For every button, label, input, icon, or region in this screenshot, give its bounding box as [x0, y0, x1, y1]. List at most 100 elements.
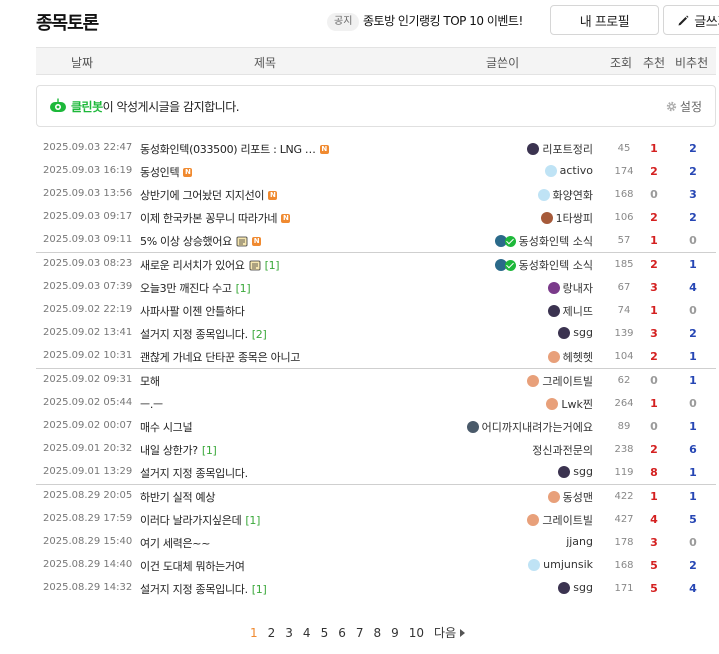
- post-author[interactable]: jjang: [566, 535, 593, 548]
- post-title-link[interactable]: 동성화인텍(033500) 리포트 : LNG … N: [140, 141, 329, 157]
- comment-count[interactable]: [1]: [236, 282, 251, 295]
- post-author-name: umjunsik: [543, 558, 593, 571]
- page-5-link[interactable]: 5: [321, 626, 329, 640]
- comment-count[interactable]: [2]: [252, 328, 267, 341]
- post-author[interactable]: 제니뜨: [547, 303, 593, 319]
- table-row[interactable]: 2025.09.03 16:19 동성인텍 Nactivo 174 2 2: [36, 160, 716, 183]
- comment-count[interactable]: [1]: [252, 583, 267, 596]
- table-row[interactable]: 2025.09.01 20:32 내일 상한가? [1] 정신과전문의 238 2 6: [36, 438, 716, 461]
- page-2-link[interactable]: 2: [268, 626, 276, 640]
- post-title-link[interactable]: ㅡ.ㅡ: [140, 396, 163, 412]
- post-title-text: 하반기 실적 예상: [140, 491, 216, 504]
- write-button[interactable]: 글쓰기: [663, 5, 719, 35]
- post-author[interactable]: 1타쌍피: [540, 210, 593, 226]
- post-title-link[interactable]: 내일 상한가? [1]: [140, 442, 217, 458]
- post-title-link[interactable]: 동성인텍 N: [140, 164, 193, 180]
- page-7-link[interactable]: 7: [356, 626, 364, 640]
- post-down: 1: [689, 490, 697, 503]
- table-row[interactable]: 2025.09.03 09:17 이제 한국카본 꽁무니 따라가네 N 1타쌍피 106…: [36, 206, 716, 229]
- table-row[interactable]: 2025.09.02 22:19 사파사팔 이젠 안틀하다 제니뜨 74 1 0: [36, 299, 716, 322]
- new-badge-icon: N: [281, 213, 291, 223]
- page-4-link[interactable]: 4: [303, 626, 311, 640]
- post-title-link[interactable]: 설거지 지정 종목입니다. [1]: [140, 581, 267, 597]
- post-author[interactable]: 헤헷헷: [547, 349, 593, 365]
- page-8-link[interactable]: 8: [373, 626, 381, 640]
- page-9-link[interactable]: 9: [391, 626, 399, 640]
- post-title-link[interactable]: 5% 이상 상승했어요 N: [140, 233, 261, 249]
- post-views: 264: [614, 398, 634, 409]
- table-row[interactable]: 2025.09.03 22:47 동성화인텍(033500) 리포트 : LNG …: [36, 137, 716, 160]
- page-10-link[interactable]: 10: [409, 626, 424, 640]
- post-author[interactable]: umjunsik: [528, 558, 593, 571]
- next-page-link[interactable]: 다음: [434, 624, 466, 641]
- post-down: 1: [689, 466, 697, 479]
- table-row[interactable]: 2025.08.29 15:40 여기 세력은~~ jjang 178 3 0: [36, 531, 716, 554]
- page-6-link[interactable]: 6: [338, 626, 346, 640]
- post-views: 57: [617, 235, 631, 246]
- table-row[interactable]: 2025.08.29 20:05 하반기 실적 예상 동성맨 422 1 1: [36, 484, 716, 508]
- table-row[interactable]: 2025.09.02 13:41 설거지 지정 종목입니다. [2] sgg 139 3 2: [36, 322, 716, 345]
- post-title-link[interactable]: 하반기 실적 예상: [140, 489, 215, 505]
- post-title-link[interactable]: 오늘3만 깨진다 수고 [1]: [140, 280, 251, 296]
- post-author[interactable]: Lwk찐: [546, 396, 593, 412]
- post-title-link[interactable]: 설거지 지정 종목입니다. [2]: [140, 326, 267, 342]
- table-row[interactable]: 2025.09.03 09:11 5% 이상 상승했어요 N 동성화인텍 소식 57 1 0: [36, 229, 716, 252]
- post-author[interactable]: 어디까지내려가는거에요: [466, 419, 593, 435]
- post-title-link[interactable]: 모해: [140, 373, 160, 389]
- pagination: 1 2 3 4 5 6 7 8 9 10 다음: [250, 624, 466, 641]
- table-row[interactable]: 2025.08.29 14:40 이건 도대체 뭐하는거여 umjunsik 168 5…: [36, 554, 716, 577]
- post-author[interactable]: 화양연화: [537, 187, 593, 203]
- post-title-link[interactable]: 새로운 리서치가 있어요 [1]: [140, 257, 280, 273]
- post-title-link[interactable]: 설거지 지정 종목입니다.: [140, 465, 248, 481]
- post-author[interactable]: sgg: [558, 326, 593, 339]
- comment-count[interactable]: [1]: [265, 259, 280, 272]
- page-1-link[interactable]: 1: [250, 626, 258, 640]
- post-author-name: 1타쌍피: [555, 212, 593, 225]
- verified-icon: [504, 235, 516, 247]
- table-row[interactable]: 2025.08.29 14:32 설거지 지정 종목입니다. [1] sgg 171 5 4: [36, 577, 716, 600]
- table-row[interactable]: 2025.09.03 08:23 새로운 리서치가 있어요 [1] 동성화인텍 소식 1…: [36, 252, 716, 276]
- table-row[interactable]: 2025.09.02 00:07 매수 시그널 어디까지내려가는거에요 89 0 1: [36, 415, 716, 438]
- comment-count[interactable]: [1]: [245, 514, 260, 527]
- my-profile-button[interactable]: 내 프로필: [550, 5, 659, 35]
- table-row[interactable]: 2025.09.01 13:29 설거지 지정 종목입니다. sgg 119 8 1: [36, 461, 716, 484]
- post-title-text: 내일 상한가?: [140, 444, 198, 457]
- post-title-link[interactable]: 괜찮게 가네요 단타꾼 종목은 아니고: [140, 349, 300, 365]
- table-row[interactable]: 2025.09.02 05:44 ㅡ.ㅡ Lwk찐 264 1 0: [36, 392, 716, 415]
- post-author[interactable]: 동성화인텍 소식: [494, 233, 593, 249]
- post-up: 0: [650, 374, 658, 387]
- page-3-link[interactable]: 3: [285, 626, 293, 640]
- verified-icon: [504, 259, 516, 271]
- comment-count[interactable]: [1]: [202, 444, 217, 457]
- col-title: 제목: [254, 56, 277, 70]
- table-row[interactable]: 2025.09.03 13:56 상반기에 그어놨던 지지선이 N 화양연화 168 0 3: [36, 183, 716, 206]
- post-author[interactable]: 그레이트빌: [527, 512, 593, 528]
- post-title-text: 동성인텍: [140, 166, 180, 179]
- post-title-link[interactable]: 매수 시그널: [140, 419, 193, 435]
- post-title-link[interactable]: 이건 도대체 뭐하는거여: [140, 558, 245, 574]
- post-title-link[interactable]: 상반기에 그어놨던 지지선이 N: [140, 187, 278, 203]
- notice-link[interactable]: 종토방 인기랭킹 TOP 10 이벤트!: [363, 12, 523, 29]
- post-date: 2025.09.03 07:39: [43, 281, 133, 292]
- table-row[interactable]: 2025.09.02 09:31 모해 그레이트빌 62 0 1: [36, 368, 716, 392]
- table-row[interactable]: 2025.09.03 07:39 오늘3만 깨진다 수고 [1] 랑내자 67 3 4: [36, 276, 716, 299]
- post-author[interactable]: 그레이트빌: [527, 373, 593, 389]
- post-title-link[interactable]: 이러다 날라가지싶은데 [1]: [140, 512, 260, 528]
- post-author[interactable]: 리포트정리: [527, 141, 593, 157]
- post-title-link[interactable]: 사파사팔 이젠 안틀하다: [140, 303, 245, 319]
- post-title-link[interactable]: 이제 한국카본 꽁무니 따라가네 N: [140, 210, 291, 226]
- table-row[interactable]: 2025.08.29 17:59 이러다 날라가지싶은데 [1] 그레이트빌 427 4 5: [36, 508, 716, 531]
- post-author-name: 랑내자: [562, 282, 593, 295]
- post-author[interactable]: 랑내자: [547, 280, 593, 296]
- post-author[interactable]: sgg: [558, 465, 593, 478]
- post-author[interactable]: activo: [544, 164, 593, 177]
- table-row[interactable]: 2025.09.02 10:31 괜찮게 가네요 단타꾼 종목은 아니고 헤헷헷 10…: [36, 345, 716, 368]
- post-author[interactable]: sgg: [558, 581, 593, 594]
- post-author[interactable]: 동성맨: [547, 489, 593, 505]
- post-author[interactable]: 동성화인텍 소식: [494, 257, 593, 273]
- post-author[interactable]: 정신과전문의: [532, 442, 593, 458]
- avatar: [546, 398, 559, 410]
- new-badge-icon: N: [319, 144, 329, 154]
- post-title-link[interactable]: 여기 세력은~~: [140, 535, 210, 551]
- cleanbot-settings-button[interactable]: 설정: [666, 98, 702, 115]
